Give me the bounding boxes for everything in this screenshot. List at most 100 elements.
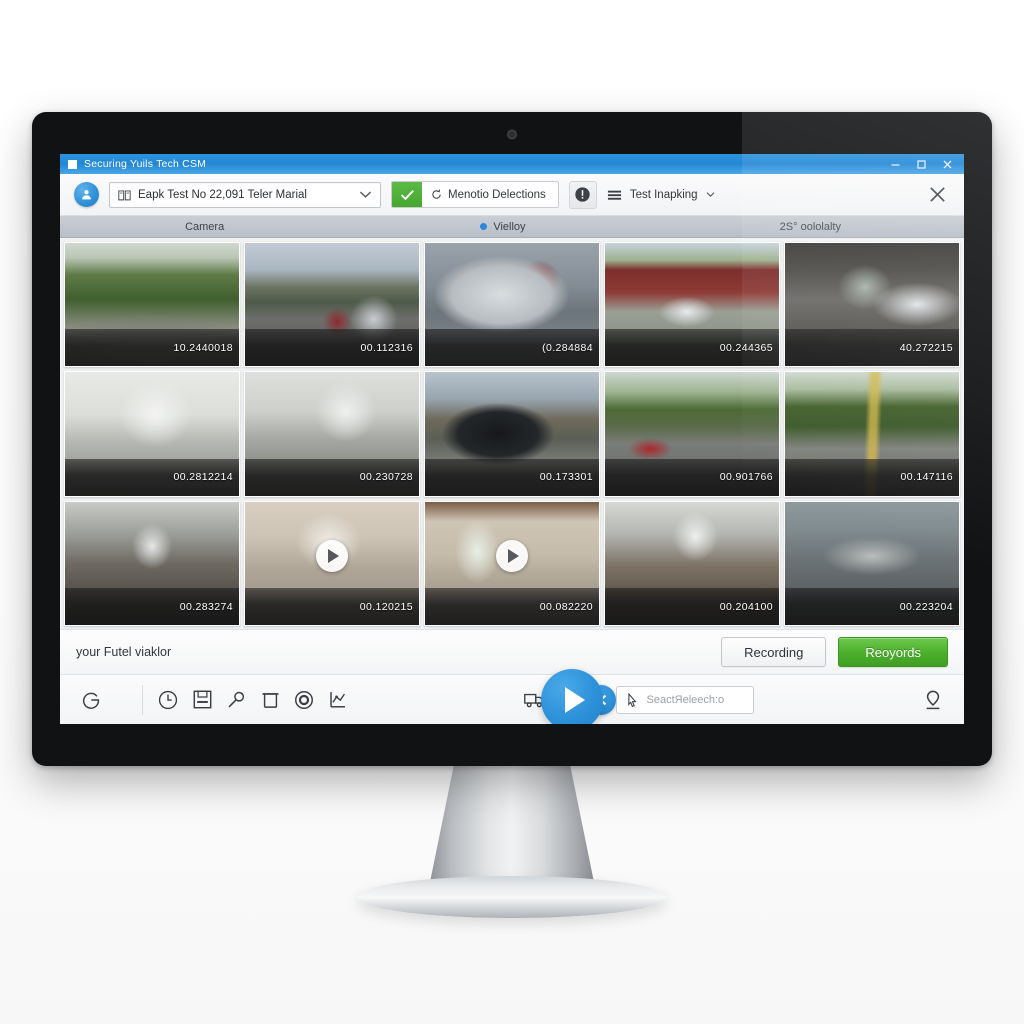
- camera-thumbnail[interactable]: 00.223204: [784, 500, 960, 626]
- chevron-down-icon: [706, 191, 715, 198]
- thumbnail-timestamp: 00.112316: [360, 341, 413, 354]
- camera-thumbnail[interactable]: 00.2812214: [64, 371, 240, 497]
- status-text: your Futel viaklor: [76, 645, 172, 659]
- search-placeholder: SeactЯeleech:o: [646, 693, 725, 706]
- search-input[interactable]: SeactЯeleech:o: [615, 685, 754, 714]
- thumbnail-timestamp-bar: 40.272215: [785, 329, 959, 367]
- list-icon: [607, 189, 622, 201]
- play-button[interactable]: [541, 668, 603, 724]
- bottom-toolbar: SeactЯeleech:o: [60, 668, 964, 724]
- tab-strip: Camera Vielloy 2S° oololalty: [60, 216, 964, 238]
- book-icon: [118, 189, 131, 201]
- camera-thumbnail[interactable]: 40.272215: [784, 242, 960, 368]
- thumbnail-timestamp-bar: 00.173301: [425, 458, 599, 496]
- monitor-screen: Securing Yuils Tech CSM Eapk Test No 22,…: [60, 154, 964, 724]
- chart-icon[interactable]: [321, 683, 355, 717]
- toolbar-divider: [142, 684, 143, 715]
- thumbnail-timestamp: 00.120215: [359, 600, 413, 613]
- tab-camera-label: Camera: [185, 220, 225, 233]
- thumbnail-timestamp-bar: 00.204100: [605, 588, 779, 625]
- thumbnail-timestamp-bar: 00.2812214: [65, 458, 239, 496]
- camera-thumbnail[interactable]: 00.173301: [424, 371, 600, 497]
- thumbnail-play-button[interactable]: [316, 539, 348, 572]
- minimize-button[interactable]: [882, 154, 908, 174]
- camera-thumbnail[interactable]: 00.230728: [244, 371, 420, 497]
- motion-detections-toggle[interactable]: Menotio Delections: [391, 181, 559, 208]
- record-circle-icon[interactable]: [287, 683, 321, 717]
- thumbnail-timestamp-bar: 00.244365: [605, 329, 779, 367]
- webcam-icon: [507, 130, 517, 139]
- camera-thumbnail[interactable]: 00.283274: [64, 500, 240, 626]
- camera-thumbnail[interactable]: 10.2440018: [64, 242, 240, 368]
- tab-active-dot-icon: [480, 223, 488, 230]
- thumbnail-timestamp-bar: 10.2440018: [65, 329, 239, 367]
- close-icon[interactable]: [922, 180, 952, 210]
- tab-video[interactable]: Vielloy: [349, 216, 656, 237]
- tab-quality-label: 2S° oololalty: [779, 220, 841, 233]
- tab-camera[interactable]: Camera: [60, 216, 349, 237]
- g-logo-icon[interactable]: [74, 683, 108, 717]
- save-icon[interactable]: [185, 683, 219, 717]
- thumbnail-timestamp: 00.901766: [719, 471, 773, 484]
- tab-quality[interactable]: 2S° oololalty: [657, 216, 964, 237]
- camera-thumbnail[interactable]: 00.120215: [244, 500, 420, 626]
- location-pin-icon[interactable]: [916, 683, 950, 717]
- thumbnail-timestamp-bar: (0.284884: [425, 329, 599, 367]
- application-window: Securing Yuils Tech CSM Eapk Test No 22,…: [60, 154, 964, 724]
- thumbnail-timestamp: 00.283274: [179, 600, 233, 613]
- thumbnail-timestamp-bar: 00.112316: [245, 329, 419, 367]
- camera-thumbnail[interactable]: 00.901766: [604, 371, 780, 497]
- thumbnail-timestamp-bar: 00.283274: [65, 588, 239, 625]
- thumbnail-timestamp-bar: 00.230728: [245, 458, 419, 496]
- camera-thumbnail[interactable]: 00.204100: [604, 500, 780, 626]
- chevron-down-icon: [359, 190, 372, 199]
- account-dropdown[interactable]: Eapk Test No 22,091 Teler Marial: [109, 181, 381, 208]
- thumbnail-play-button[interactable]: [496, 539, 528, 572]
- window-titlebar: Securing Yuils Tech CSM: [60, 154, 964, 174]
- thumbnail-timestamp: (0.284884: [542, 341, 593, 354]
- alert-circle-icon[interactable]: [568, 180, 597, 209]
- motion-detections-label: Menotio Delections: [448, 188, 546, 201]
- monitor-stand-neck: [428, 760, 596, 892]
- play-icon: [565, 686, 585, 713]
- refresh-icon: [431, 189, 442, 200]
- clock-icon[interactable]: [151, 683, 185, 717]
- thumbnail-timestamp-bar: 00.223204: [785, 588, 959, 625]
- camera-thumbnail[interactable]: 00.244365: [604, 242, 780, 368]
- check-icon: [392, 182, 422, 207]
- records-button-label: Reoyords: [865, 644, 921, 660]
- thumbnail-timestamp: 00.2812214: [173, 471, 233, 484]
- recording-button[interactable]: Recording: [721, 637, 827, 667]
- recording-button-label: Recording: [744, 644, 804, 660]
- camera-thumbnail[interactable]: 00.082220: [424, 500, 600, 626]
- thumbnail-timestamp: 00.204100: [719, 600, 773, 613]
- test-mapping-label: Test Inapking: [629, 188, 698, 201]
- maximize-button[interactable]: [908, 154, 934, 174]
- play-icon: [508, 548, 519, 563]
- thumbnail-timestamp-bar: 00.120215: [245, 588, 419, 625]
- thumbnail-timestamp-bar: 00.082220: [425, 588, 599, 625]
- app-icon: [68, 159, 77, 169]
- thumbnail-timestamp: 00.082220: [539, 600, 593, 613]
- test-mapping-menu[interactable]: Test Inapking: [607, 189, 715, 201]
- camera-thumbnail[interactable]: 00.112316: [244, 242, 420, 368]
- monitor-scene: Securing Yuils Tech CSM Eapk Test No 22,…: [0, 0, 1024, 1024]
- camera-thumbnail[interactable]: (0.284884: [424, 242, 600, 368]
- thumbnail-timestamp-bar: 00.901766: [605, 458, 779, 496]
- thumbnail-timestamp: 00.173301: [539, 471, 593, 484]
- thumbnail-timestamp: 00.244365: [719, 341, 773, 354]
- main-toolbar: Eapk Test No 22,091 Teler Marial Menotio…: [60, 174, 964, 216]
- thumbnail-timestamp: 00.147116: [900, 471, 953, 484]
- tab-video-label: Vielloy: [493, 220, 526, 233]
- camera-thumbnail-grid: 10.2440018 00.112316 (0.284884 00.244365 40.…: [60, 238, 964, 629]
- trash-icon[interactable]: [253, 683, 287, 717]
- records-button[interactable]: Reoyords: [838, 637, 948, 667]
- close-button[interactable]: [934, 154, 960, 174]
- thumbnail-timestamp: 10.2440018: [173, 341, 233, 354]
- user-avatar-icon[interactable]: [74, 182, 99, 207]
- thumbnail-timestamp: 00.230728: [359, 471, 413, 484]
- key-icon[interactable]: [219, 683, 253, 717]
- account-dropdown-value: Eapk Test No 22,091 Teler Marial: [138, 188, 307, 201]
- cursor-click-icon: [625, 692, 640, 708]
- camera-thumbnail[interactable]: 00.147116: [784, 371, 960, 497]
